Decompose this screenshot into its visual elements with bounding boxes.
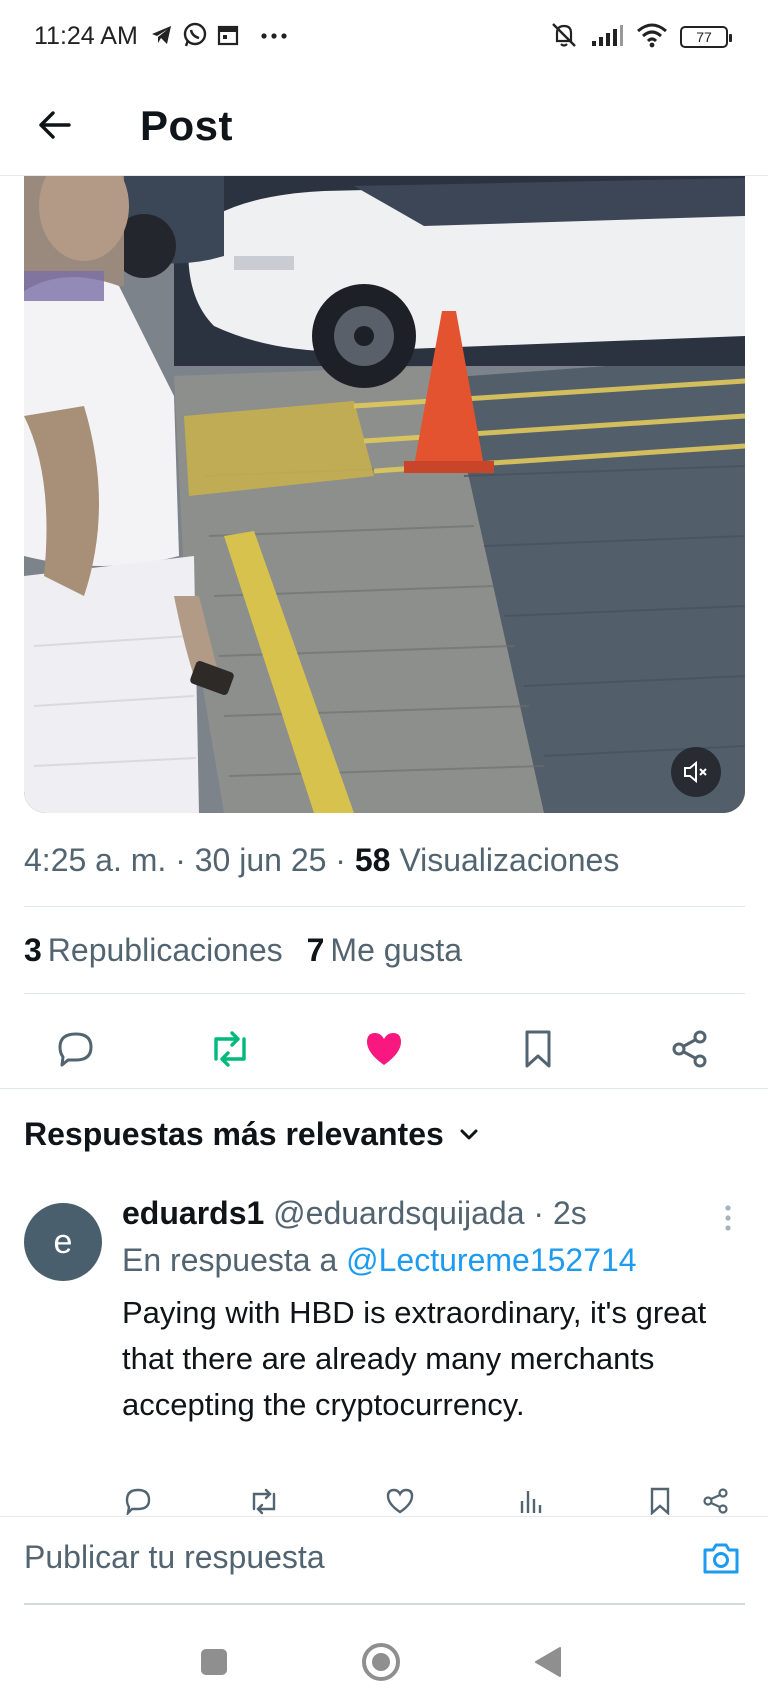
likes-label: Me gusta — [330, 932, 463, 968]
circle-home-icon — [362, 1643, 400, 1681]
likes-stat[interactable]: 7 Me gusta — [307, 932, 462, 969]
avatar[interactable]: e — [24, 1203, 102, 1281]
square-icon — [201, 1649, 227, 1675]
system-navigation-bar — [0, 1620, 768, 1707]
app-header: Post — [0, 80, 768, 176]
telegram-icon — [150, 23, 174, 52]
repost-icon — [252, 1488, 276, 1515]
reply-bookmark-button[interactable] — [644, 1485, 676, 1517]
reply-more-button[interactable] — [716, 1200, 740, 1236]
compose-underline — [24, 1603, 745, 1605]
share-icon — [672, 1030, 707, 1068]
reply-actions — [122, 1485, 752, 1519]
reply-compose-bar — [0, 1516, 768, 1606]
recents-button[interactable] — [190, 1638, 238, 1686]
status-time: 11:24 AM — [34, 22, 138, 50]
reposts-count: 3 — [24, 932, 42, 968]
chevron-down-icon — [460, 1129, 478, 1139]
reply-compose-input[interactable] — [24, 1531, 664, 1583]
bar-chart-icon — [520, 1491, 542, 1513]
repost-button[interactable] — [204, 1023, 256, 1075]
speaker-muted-icon — [684, 760, 707, 784]
mute-bell-icon — [550, 21, 578, 54]
reply-header: eduards1 @eduardsquijada · 2s — [122, 1195, 587, 1232]
wifi-icon — [636, 22, 668, 53]
reply-text: Paying with HBD is extraordinary, it's g… — [122, 1295, 707, 1422]
mute-button[interactable] — [671, 747, 721, 797]
calendar-icon — [216, 23, 240, 52]
reply-author-handle: @eduardsquijada — [273, 1195, 525, 1231]
whatsapp-icon — [182, 22, 208, 53]
triangle-back-icon — [535, 1647, 561, 1677]
divider — [24, 906, 745, 907]
status-bar: 11:24 AM 77 — [0, 0, 768, 74]
reply-share-button[interactable] — [700, 1485, 732, 1517]
meta-separator: · — [533, 1195, 545, 1231]
post-date: 30 jun 25 — [194, 842, 327, 878]
back-button[interactable] — [30, 100, 80, 150]
bookmark-icon — [650, 1487, 670, 1515]
reply-author-name[interactable]: eduards1 — [122, 1195, 264, 1231]
heart-icon — [386, 1488, 414, 1514]
views-label: Visualizaciones — [399, 842, 620, 878]
reply-button[interactable] — [50, 1023, 102, 1075]
more-vertical-icon — [725, 1205, 731, 1231]
post-actions — [0, 1015, 768, 1083]
likes-count: 7 — [306, 932, 325, 968]
replies-sort-dropdown[interactable]: Respuestas más relevantes — [24, 1116, 480, 1153]
home-button[interactable] — [357, 1638, 405, 1686]
page-title: Post — [140, 102, 234, 149]
reply-age: 2s — [552, 1195, 587, 1231]
like-button[interactable] — [358, 1023, 410, 1075]
divider — [0, 1088, 768, 1089]
comment-icon — [58, 1032, 93, 1067]
video-frame-image — [24, 176, 745, 813]
status-right-icons: 77 — [550, 20, 732, 54]
views-count: 58 — [354, 842, 391, 878]
share-button[interactable] — [664, 1023, 716, 1075]
meta-separator: · — [335, 842, 346, 878]
reply-to-handle-link[interactable]: @Lectureme152714 — [346, 1242, 636, 1278]
reply-like-button[interactable] — [384, 1485, 416, 1517]
reply-views-button[interactable] — [514, 1485, 546, 1517]
repost-icon — [214, 1031, 246, 1067]
status-left-icons — [150, 22, 288, 52]
divider — [24, 993, 745, 994]
meta-separator: · — [175, 842, 186, 878]
reply-comment-button[interactable] — [122, 1485, 154, 1517]
reply-repost-button[interactable] — [248, 1485, 280, 1517]
replies-sort-label: Respuestas más relevantes — [24, 1116, 444, 1152]
back-nav-button[interactable] — [524, 1638, 572, 1686]
reply-to-line: En respuesta a @Lectureme152714 — [122, 1242, 637, 1279]
signal-icon — [590, 23, 624, 52]
post-time: 4:25 a. m. — [24, 842, 167, 878]
more-dots-icon — [260, 28, 288, 46]
reply-to-prefix: En respuesta a — [122, 1242, 338, 1278]
reposts-label: Republicaciones — [47, 932, 283, 968]
heart-filled-icon — [367, 1033, 401, 1065]
post-video[interactable] — [24, 176, 745, 813]
post-meta: 4:25 a. m. · 30 jun 25 · 58 Visualizacio… — [24, 842, 619, 879]
post-stats: 3 Republicaciones 7 Me gusta — [24, 932, 462, 969]
battery-icon: 77 — [680, 26, 732, 48]
camera-button[interactable] — [698, 1535, 744, 1581]
arrow-left-icon — [39, 111, 71, 139]
share-icon — [703, 1488, 728, 1514]
camera-icon — [703, 1543, 739, 1574]
bookmark-button[interactable] — [512, 1023, 564, 1075]
comment-icon — [125, 1488, 151, 1515]
reposts-stat[interactable]: 3 Republicaciones — [24, 932, 283, 969]
bookmark-icon — [525, 1030, 551, 1068]
